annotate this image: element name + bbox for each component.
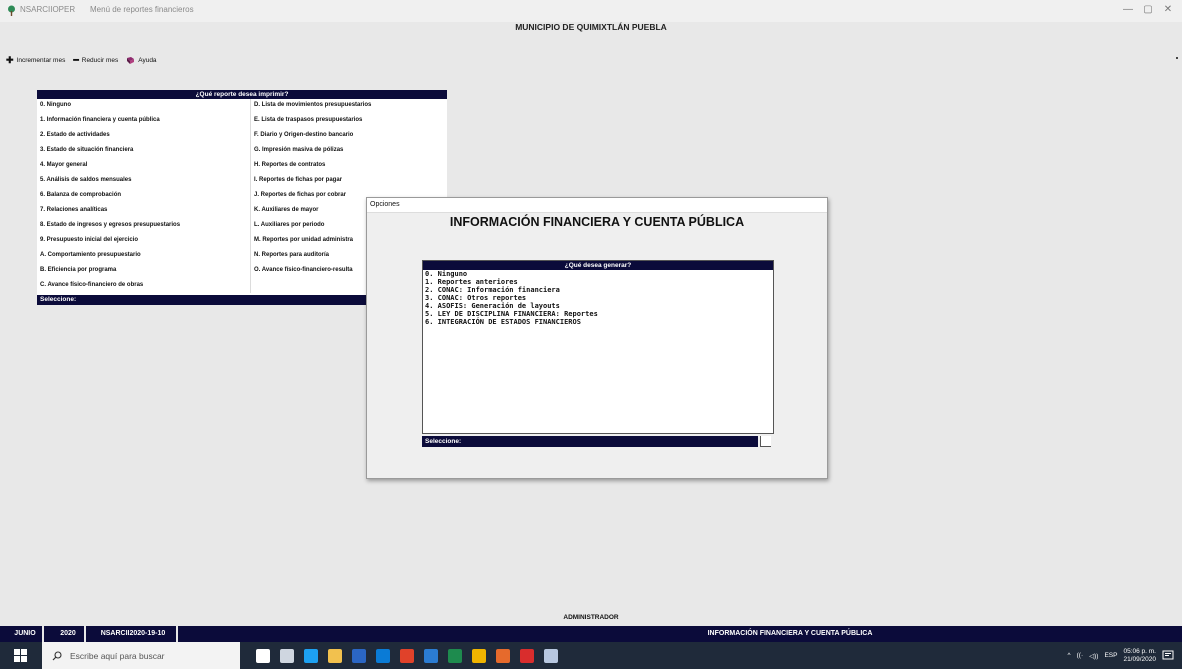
taskbar-app-icon[interactable] (424, 649, 438, 663)
clock[interactable]: 05:06 p. m. 21/09/2020 (1123, 648, 1156, 664)
clock-date: 21/09/2020 (1123, 655, 1156, 663)
generate-option-2[interactable]: 2. CONAC: Información financiera (423, 286, 773, 294)
reduce-month-label: Reducir mes (81, 56, 119, 64)
menu-item-i[interactable]: I. Reportes de fichas por pagar (251, 174, 447, 189)
report-menu-left-column: 0. Ninguno 1. Información financiera y c… (37, 99, 245, 293)
search-placeholder: Escribe aquí para buscar (70, 650, 165, 661)
selection-input[interactable] (760, 436, 771, 447)
taskbar-app-icon[interactable] (352, 649, 366, 663)
menu-item-9[interactable]: 9. Presupuesto inicial del ejercicio (37, 234, 245, 249)
increment-month-label: Incrementar mes (16, 56, 66, 64)
reduce-month-button[interactable]: ━ Reducir mes (73, 54, 119, 65)
menu-item-e[interactable]: E. Lista de traspasos presupuestarios (251, 114, 447, 129)
plus-icon: ✚ (6, 54, 14, 65)
menu-item-8[interactable]: 8. Estado de ingresos y egresos presupue… (37, 219, 245, 234)
menu-item-c[interactable]: C. Avance físico-financiero de obras (37, 279, 245, 294)
status-system-version: NSARCII2020-19-10 (90, 626, 178, 642)
increment-month-button[interactable]: ✚ Incrementar mes (6, 54, 66, 65)
generate-option-3[interactable]: 3. CONAC: Otros reportes (423, 294, 773, 302)
status-current-module: INFORMACIÓN FINANCIERA Y CUENTA PÚBLICA (707, 630, 873, 637)
search-icon (52, 650, 62, 660)
generate-option-1[interactable]: 1. Reportes anteriores (423, 278, 773, 286)
taskbar-app-icon[interactable] (448, 649, 462, 663)
maximize-icon[interactable]: ▢ (1140, 4, 1156, 15)
taskbar-app-icon[interactable] (400, 649, 414, 663)
menu-item-f[interactable]: F. Diario y Origen-destino bancario (251, 129, 447, 144)
taskbar-app-icon[interactable] (544, 649, 558, 663)
menu-item-h[interactable]: H. Reportes de contratos (251, 159, 447, 174)
chevron-up-icon[interactable]: ^ (1068, 652, 1071, 659)
toolbar-end-marker (1176, 57, 1178, 59)
network-icon[interactable]: ((· (1077, 652, 1084, 659)
dialog-heading: INFORMACIÓN FINANCIERA Y CUENTA PÚBLICA (449, 215, 745, 229)
menu-item-0[interactable]: 0. Ninguno (37, 99, 245, 114)
menu-item-3[interactable]: 3. Estado de situación financiera (37, 144, 245, 159)
menu-item-4[interactable]: 4. Mayor general (37, 159, 245, 174)
municipality-title: MUNICIPIO DE QUIMIXTLÁN PUEBLA (515, 22, 667, 32)
taskbar-app-icon[interactable] (280, 649, 294, 663)
status-month: JUNIO (8, 626, 44, 642)
menu-item-7[interactable]: 7. Relaciones analíticas (37, 204, 245, 219)
taskbar-app-icon[interactable] (304, 649, 318, 663)
minimize-icon[interactable]: — (1120, 4, 1136, 15)
options-dialog: Opciones INFORMACIÓN FINANCIERA Y CUENTA… (366, 197, 828, 479)
status-year: 2020 (52, 626, 86, 642)
taskbar-app-icon[interactable] (376, 649, 390, 663)
dialog-title: Opciones (367, 198, 827, 213)
help-book-icon (127, 56, 135, 64)
taskbar-app-icon[interactable] (472, 649, 486, 663)
help-button[interactable]: Ayuda (126, 56, 157, 65)
taskbar-app-icon[interactable] (496, 649, 510, 663)
window-titlebar: NSARCIIOPER Menú de reportes financieros… (0, 0, 1182, 22)
window-title: Menú de reportes financieros (90, 5, 194, 14)
status-bar: JUNIO 2020 NSARCII2020-19-10 INFORMACIÓN… (0, 626, 1182, 642)
menu-item-a[interactable]: A. Comportamiento presupuestario (37, 249, 245, 264)
menu-item-2[interactable]: 2. Estado de actividades (37, 129, 245, 144)
generate-option-0[interactable]: 0. Ninguno (423, 270, 773, 278)
taskbar-search-box[interactable]: Escribe aquí para buscar (42, 642, 240, 669)
minus-icon: ━ (73, 54, 79, 65)
app-name: NSARCIIOPER (20, 5, 76, 14)
generate-option-4[interactable]: 4. ASOFIS: Generación de layouts (423, 302, 773, 310)
menu-item-1[interactable]: 1. Información financiera y cuenta públi… (37, 114, 245, 129)
taskbar: Escribe aquí para buscar ^ ((· ◁)) ESP 0… (0, 642, 1182, 669)
taskbar-app-icon[interactable] (328, 649, 342, 663)
generate-options-list: ¿Qué desea generar? 0. Ninguno 1. Report… (422, 260, 774, 434)
generate-option-6[interactable]: 6. INTEGRACIÓN DE ESTADOS FINANCIEROS (423, 318, 773, 326)
language-indicator[interactable]: ESP (1104, 652, 1117, 659)
close-icon[interactable]: ✕ (1160, 4, 1176, 15)
menu-item-d[interactable]: D. Lista de movimientos presupuestarios (251, 99, 447, 114)
notification-icon[interactable] (1162, 650, 1174, 662)
menu-item-6[interactable]: 6. Balanza de comprobación (37, 189, 245, 204)
current-user: ADMINISTRADOR (563, 614, 619, 621)
volume-icon[interactable]: ◁)) (1089, 652, 1098, 660)
taskbar-app-icon[interactable] (520, 649, 534, 663)
help-label: Ayuda (138, 56, 157, 64)
system-tray: ^ ((· ◁)) ESP 05:06 p. m. 21/09/2020 (1068, 642, 1174, 669)
windows-start-icon[interactable] (14, 649, 27, 662)
report-menu-header: ¿Qué reporte desea imprimir? (37, 90, 447, 99)
taskbar-app-icon[interactable] (256, 649, 270, 663)
clock-time: 05:06 p. m. (1123, 647, 1156, 655)
menu-item-g[interactable]: G. Impresión masiva de pólizas (251, 144, 447, 159)
generate-option-5[interactable]: 5. LEY DE DISCIPLINA FINANCIERA: Reporte… (423, 310, 773, 318)
toolbar: ✚ Incrementar mes ━ Reducir mes Ayuda (6, 53, 163, 67)
menu-item-5[interactable]: 5. Análisis de saldos mensuales (37, 174, 245, 189)
menu-item-b[interactable]: B. Eficiencia por programa (37, 264, 245, 279)
app-logo-icon (8, 5, 15, 16)
dialog-select-prompt: Seleccione: (422, 436, 758, 447)
generate-options-header: ¿Qué desea generar? (423, 261, 773, 270)
